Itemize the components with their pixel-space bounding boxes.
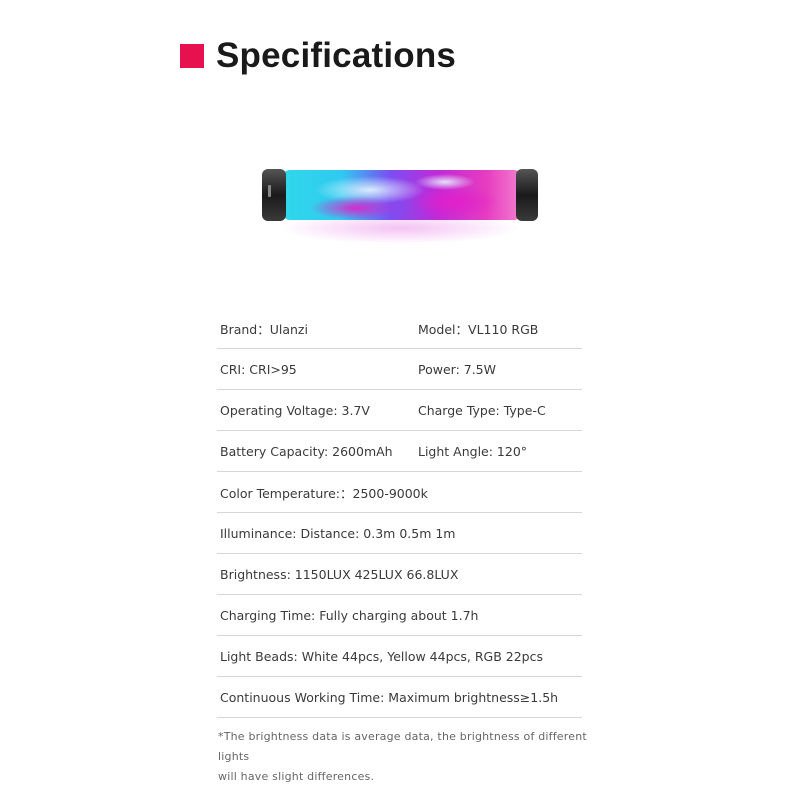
spec-model: Model：VL110 RGB bbox=[418, 321, 539, 337]
spec-charging-time: Charging Time: Fully charging about 1.7h bbox=[220, 607, 479, 623]
rgb-light-tube-icon bbox=[262, 169, 538, 244]
spec-row: Illuminance: Distance: 0.3m 0.5m 1m bbox=[217, 513, 582, 554]
spec-row: Operating Voltage: 3.7V Charge Type: Typ… bbox=[217, 390, 582, 431]
product-image bbox=[250, 150, 550, 250]
spec-power: Power: 7.5W bbox=[418, 361, 496, 377]
spec-continuous-working-time: Continuous Working Time: Maximum brightn… bbox=[220, 689, 559, 705]
spec-brand: Brand：Ulanzi bbox=[220, 321, 308, 337]
footnote: *The brightness data is average data, th… bbox=[218, 727, 618, 787]
spec-battery-capacity: Battery Capacity: 2600mAh bbox=[220, 443, 393, 459]
spec-row: Continuous Working Time: Maximum brightn… bbox=[217, 677, 582, 718]
spec-light-angle: Light Angle: 120° bbox=[418, 443, 528, 459]
spec-row: Color Temperature:：2500-9000k bbox=[217, 472, 582, 513]
spec-table: Brand：Ulanzi Model：VL110 RGB CRI: CRI>95… bbox=[217, 308, 582, 718]
spec-cri: CRI: CRI>95 bbox=[220, 361, 297, 377]
accent-square-icon bbox=[180, 44, 204, 68]
spec-row: Charging Time: Fully charging about 1.7h bbox=[217, 595, 582, 636]
spec-row: Battery Capacity: 2600mAh Light Angle: 1… bbox=[217, 431, 582, 472]
spec-row: CRI: CRI>95 Power: 7.5W bbox=[217, 349, 582, 390]
spec-row: Brightness: 1150LUX 425LUX 66.8LUX bbox=[217, 554, 582, 595]
spec-row: Brand：Ulanzi Model：VL110 RGB bbox=[217, 308, 582, 349]
spec-light-beads: Light Beads: White 44pcs, Yellow 44pcs, … bbox=[220, 648, 543, 664]
spec-illuminance: Illuminance: Distance: 0.3m 0.5m 1m bbox=[220, 525, 456, 541]
footnote-line: will have slight differences. bbox=[218, 770, 375, 783]
footnote-line: *The brightness data is average data, th… bbox=[218, 730, 587, 763]
page-title: Specifications bbox=[216, 36, 457, 75]
spec-color-temperature: Color Temperature:：2500-9000k bbox=[220, 485, 428, 501]
section-header: Specifications bbox=[180, 36, 456, 76]
spec-row: Light Beads: White 44pcs, Yellow 44pcs, … bbox=[217, 636, 582, 677]
spec-operating-voltage: Operating Voltage: 3.7V bbox=[220, 402, 370, 418]
spec-charge-type: Charge Type: Type-C bbox=[418, 402, 546, 418]
spec-brightness: Brightness: 1150LUX 425LUX 66.8LUX bbox=[220, 566, 459, 582]
